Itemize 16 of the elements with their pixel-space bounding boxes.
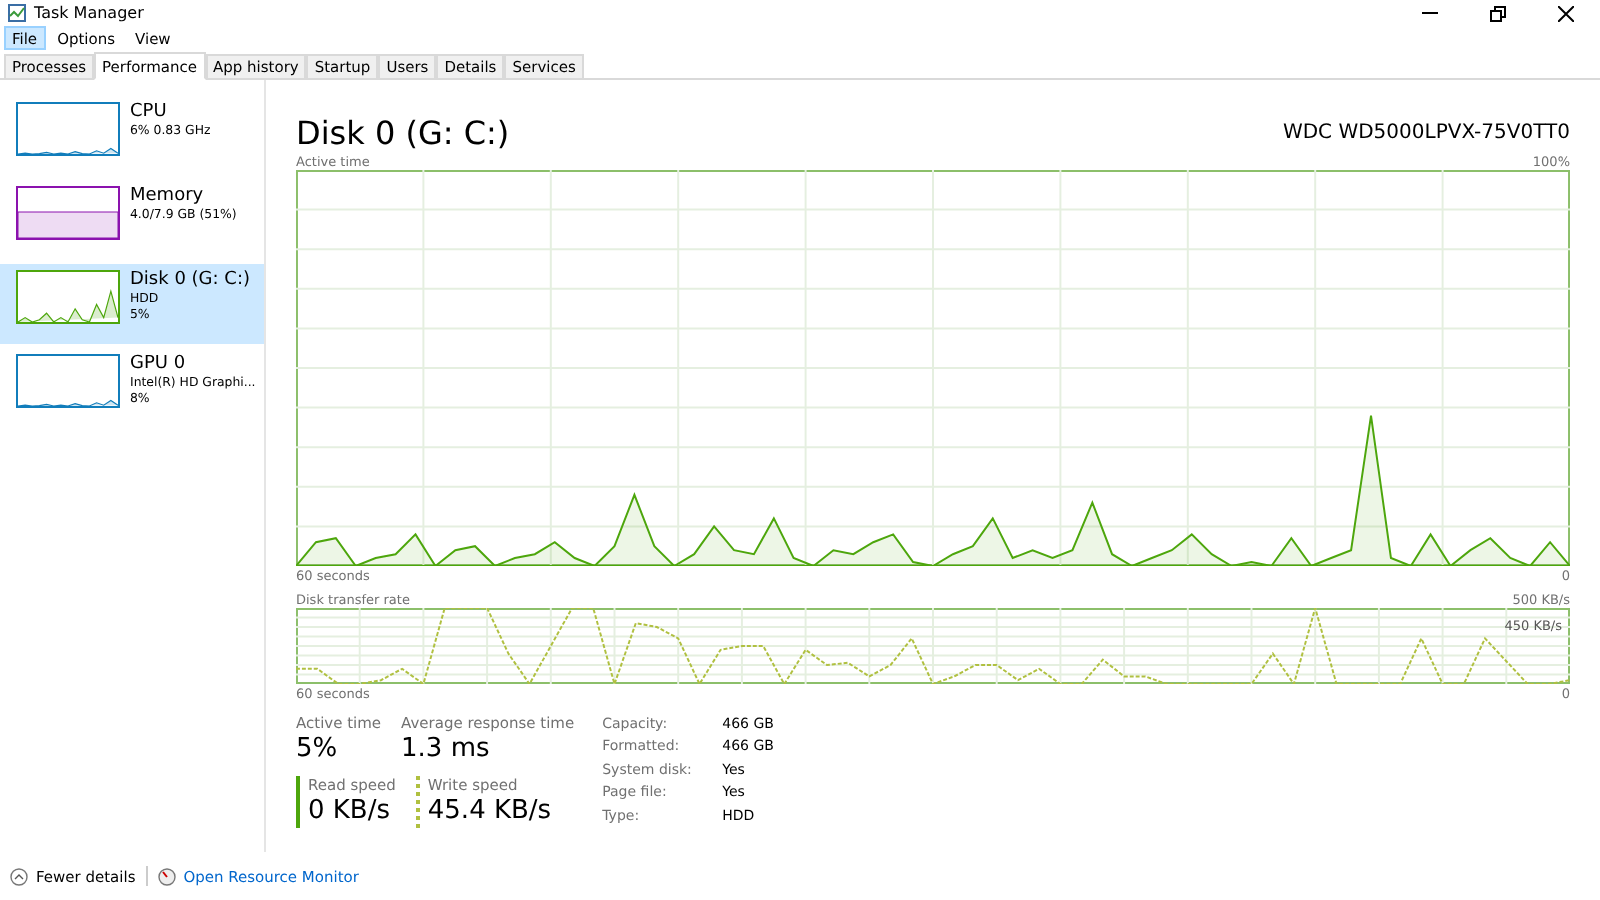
collapse-icon	[10, 867, 28, 885]
sidebar-item-name: Disk 0 (G: C:)	[130, 270, 250, 292]
stat-value: 5%	[296, 732, 340, 766]
speed-value: 0 KB/s	[308, 794, 392, 828]
disk-title: Disk 0 (G: C:)	[296, 114, 510, 152]
sidebar-item-name: CPU	[130, 102, 169, 124]
sidebar-item-name: GPU 0	[130, 354, 188, 376]
gauge-icon	[157, 867, 176, 885]
close-icon	[1558, 5, 1574, 21]
sidebar-item-name: Memory	[130, 186, 206, 208]
speed-value: 45.4 KB/s	[427, 794, 552, 828]
restore-icon	[1490, 5, 1506, 21]
disk-model: WDC WD5000LPVX-75V0TT0	[1282, 122, 1570, 148]
stat-value: 1.3 ms	[401, 732, 492, 766]
window-title: Task Manager	[34, 4, 146, 22]
minimize-icon	[1422, 12, 1438, 14]
